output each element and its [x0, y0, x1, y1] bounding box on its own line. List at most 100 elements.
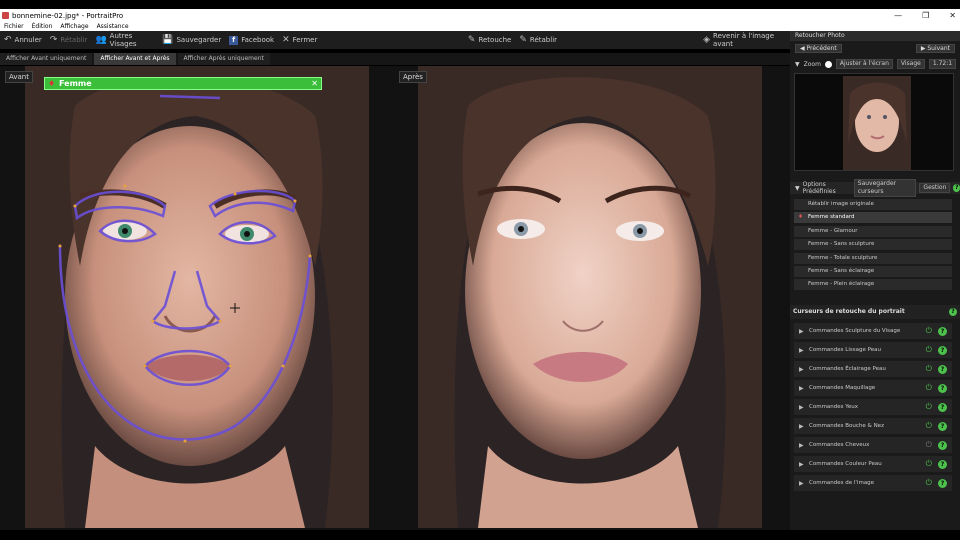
redo-button[interactable]: ↷ Rétablir: [46, 31, 92, 49]
previous-button[interactable]: ◀ Précédent: [795, 44, 842, 53]
preset-item[interactable]: Femme - Glamour: [794, 225, 952, 237]
preset-item[interactable]: Femme - Plein éclairage: [794, 279, 952, 291]
preset-item[interactable]: Femme - Totale sculpture: [794, 252, 952, 264]
help-icon[interactable]: ?: [938, 440, 947, 450]
slider-group-skin-lighting[interactable]: ▶ Commandes Éclairage Peau ⏻?: [794, 361, 952, 377]
slider-group-hair[interactable]: ▶ Commandes Cheveux ⏻?: [794, 437, 952, 453]
facebook-icon: f: [229, 35, 239, 45]
expand-icon: ▶: [799, 422, 804, 430]
restore-label: Rétablir: [529, 36, 558, 44]
sliders-help-icon[interactable]: ?: [949, 308, 957, 316]
restore-button[interactable]: ✎ Rétablir: [515, 31, 561, 49]
slider-group-label: Commandes Couleur Peau: [809, 461, 882, 467]
slider-group-skin-smoothing[interactable]: ▶ Commandes Lissage Peau ⏻?: [794, 342, 952, 358]
power-icon[interactable]: ⏻: [926, 459, 932, 469]
face-type-bar[interactable]: ♦ Femme ✕: [44, 77, 322, 90]
window-title: bonnemine-02.jpg* - PortraitPro: [12, 11, 124, 20]
brush-icon: ✎: [467, 35, 476, 45]
zoom-collapse-icon[interactable]: ▼: [795, 61, 800, 68]
view-tabs: Afficher Avant uniquement Afficher Avant…: [0, 53, 790, 65]
minimize-button[interactable]: —: [894, 11, 902, 20]
next-button[interactable]: ▶ Suivant: [915, 44, 955, 53]
presets-header: ▼ Options Prédéfinies Sauvegarder curseu…: [790, 179, 960, 197]
slider-group-label: Commandes Bouche & Nez: [809, 423, 884, 429]
undo-label: Annuler: [14, 36, 42, 44]
save-sliders-button[interactable]: Sauvegarder curseurs: [853, 179, 917, 197]
preset-item[interactable]: Rétablir image originale: [794, 199, 952, 210]
expand-icon: ▶: [799, 441, 804, 449]
slider-group-image[interactable]: ▶ Commandes de l'image ⏻?: [794, 475, 952, 491]
before-label: Avant: [5, 71, 33, 83]
slider-group-makeup[interactable]: ▶ Commandes Maquillage ⏻?: [794, 380, 952, 396]
other-faces-button[interactable]: 👥 Autres Visages: [91, 31, 158, 49]
preset-item-selected[interactable]: ♦ Femme standard: [794, 212, 952, 224]
before-pane: Avant ♦ Femme ✕: [0, 66, 395, 530]
zoom-row: ▼ Zoom Ajuster à l'écran Visage 1.72:1: [790, 58, 960, 70]
help-icon[interactable]: ?: [938, 345, 947, 355]
presets-help-icon[interactable]: ?: [953, 184, 960, 192]
slider-group-face-sculpt[interactable]: ▶ Commandes Sculpture du Visage ⏻?: [794, 323, 952, 339]
back-to-before-button[interactable]: ◈ Revenir à l'image avant: [699, 31, 790, 49]
help-icon[interactable]: ?: [938, 383, 947, 393]
presets-collapse-icon[interactable]: ▼: [795, 185, 800, 192]
close-face-type-icon[interactable]: ✕: [311, 78, 318, 89]
power-icon[interactable]: ⏻: [926, 345, 932, 355]
after-pane: Après: [395, 66, 790, 530]
fit-screen-button[interactable]: Ajuster à l'écran: [835, 59, 893, 69]
tab-after-only[interactable]: Afficher Après uniquement: [177, 53, 270, 65]
slider-group-skin-color[interactable]: ▶ Commandes Couleur Peau ⏻?: [794, 456, 952, 472]
retouch-button[interactable]: ✎ Retouche: [464, 31, 515, 49]
back-to-before-label: Revenir à l'image avant: [713, 32, 775, 48]
face-zoom-button[interactable]: Visage: [896, 59, 925, 69]
slider-group-eyes[interactable]: ▶ Commandes Yeux ⏻?: [794, 399, 952, 415]
power-icon[interactable]: ⏻: [926, 326, 932, 336]
pin-icon: ♦: [48, 79, 56, 88]
workspace: Avant ♦ Femme ✕ Après: [0, 66, 790, 530]
undo-button[interactable]: ↶ Annuler: [0, 31, 46, 49]
before-photo[interactable]: [25, 66, 369, 528]
zoom-value[interactable]: 1.72:1: [928, 59, 957, 69]
presets-label: Options Prédéfinies: [802, 181, 836, 195]
navigator-thumbnail[interactable]: [794, 73, 954, 171]
help-icon[interactable]: ?: [938, 478, 947, 488]
facebook-button[interactable]: f Facebook: [225, 31, 278, 49]
power-icon[interactable]: ⏻: [926, 478, 932, 488]
tab-before-only[interactable]: Afficher Avant uniquement: [0, 53, 93, 65]
close-window-button[interactable]: ✕: [949, 11, 956, 20]
after-photo[interactable]: [418, 66, 762, 528]
manage-button[interactable]: Gestion: [919, 183, 951, 193]
undo-icon: ↶: [4, 35, 12, 45]
menu-edit[interactable]: Édition: [32, 23, 53, 30]
zoom-knob-icon[interactable]: [824, 60, 832, 68]
side-panel: Retoucher Photo ◀ Précédent ▶ Suivant ▼ …: [790, 31, 960, 530]
help-icon[interactable]: ?: [938, 364, 947, 374]
power-off-icon[interactable]: ⏻: [926, 440, 932, 450]
brush-restore-icon: ✎: [519, 35, 527, 45]
power-icon[interactable]: ⏻: [926, 364, 932, 374]
help-icon[interactable]: ?: [938, 421, 947, 431]
tab-before-after[interactable]: Afficher Avant et Après: [94, 53, 176, 65]
slider-group-mouth-nose[interactable]: ▶ Commandes Bouche & Nez ⏻?: [794, 418, 952, 434]
save-button[interactable]: 💾 Sauvegarder: [158, 31, 225, 49]
power-icon[interactable]: ⏻: [926, 383, 932, 393]
menu-view[interactable]: Affichage: [60, 23, 88, 30]
layers-icon: ◈: [703, 35, 711, 45]
slider-group-label: Commandes Cheveux: [809, 442, 870, 448]
help-icon[interactable]: ?: [938, 402, 947, 412]
close-image-button[interactable]: ✕ Fermer: [278, 31, 321, 49]
zoom-label: Zoom: [803, 60, 821, 68]
close-icon: ✕: [282, 35, 290, 45]
preset-item[interactable]: Femme - Sans sculpture: [794, 239, 952, 251]
menu-help[interactable]: Assistance: [97, 23, 129, 30]
preset-item[interactable]: Femme - Sans éclairage: [794, 265, 952, 277]
menu-file[interactable]: Fichier: [4, 23, 24, 30]
maximize-button[interactable]: ❐: [922, 11, 929, 20]
power-icon[interactable]: ⏻: [926, 421, 932, 431]
after-label: Après: [399, 71, 427, 83]
redo-icon: ↷: [49, 35, 58, 45]
help-icon[interactable]: ?: [938, 459, 947, 469]
menu-bar: Fichier Édition Affichage Assistance: [0, 22, 960, 31]
power-icon[interactable]: ⏻: [926, 402, 932, 412]
slider-group-label: Commandes Yeux: [809, 404, 859, 410]
help-icon[interactable]: ?: [938, 326, 947, 336]
